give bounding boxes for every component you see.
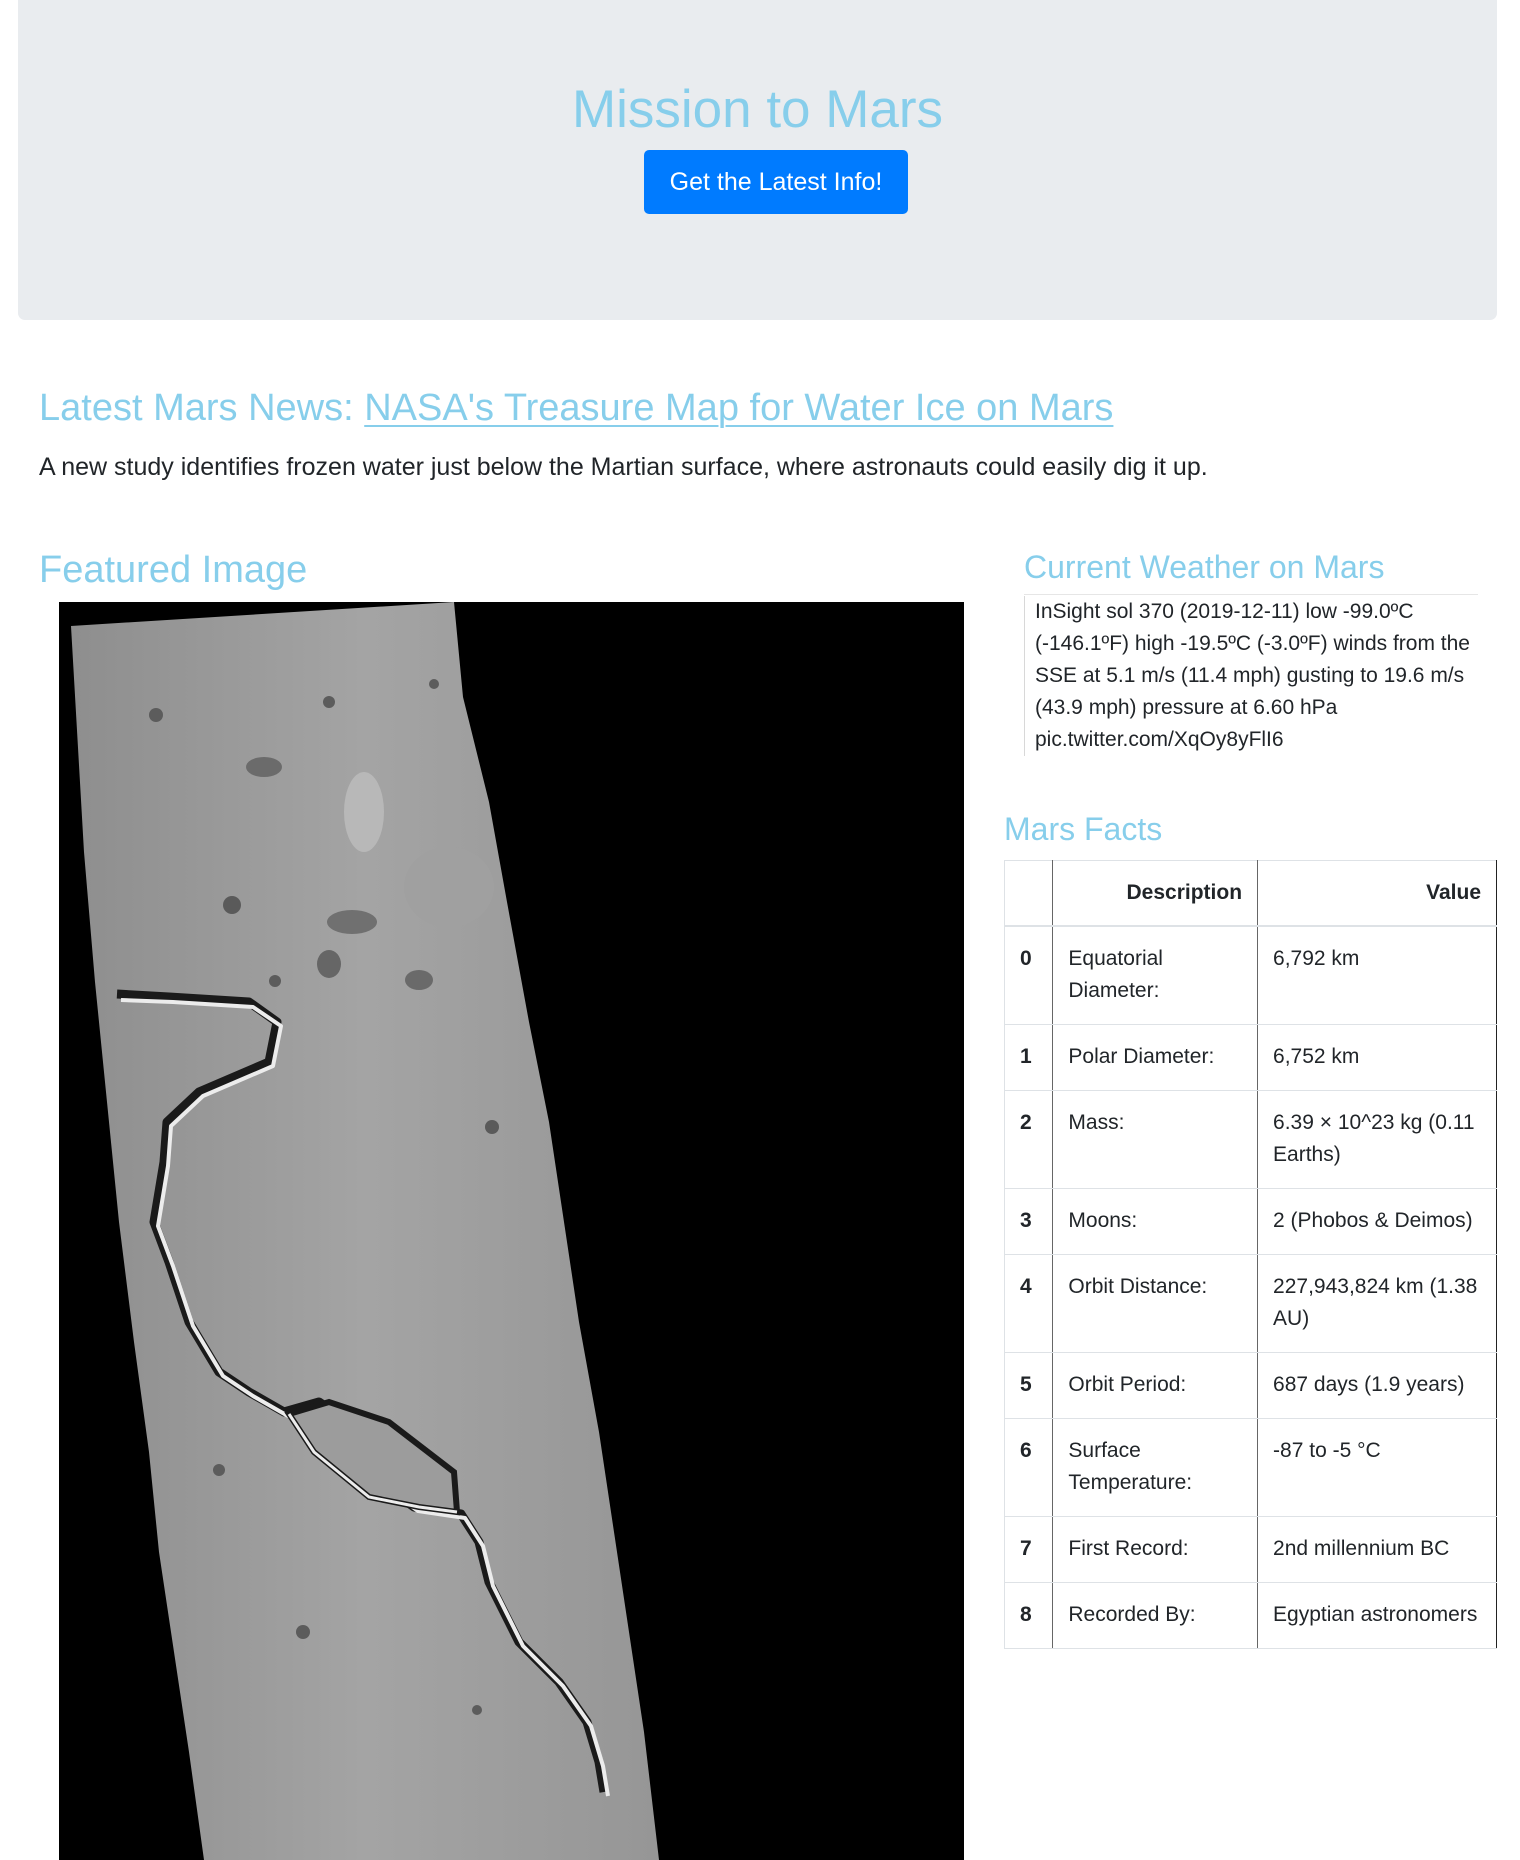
table-header-row: Description Value — [1003, 860, 1497, 927]
table-row: 6 Surface Temperature: -87 to -5 °C — [1003, 1418, 1497, 1517]
news-teaser: A new study identifies frozen water just… — [39, 453, 1208, 481]
table-row: 1 Polar Diameter: 6,752 km — [1003, 1024, 1497, 1091]
row-value: Egyptian astronomers — [1257, 1582, 1497, 1649]
row-index: 2 — [1003, 1090, 1054, 1189]
get-latest-info-button[interactable]: Get the Latest Info! — [644, 150, 908, 214]
row-value: 687 days (1.9 years) — [1257, 1352, 1497, 1419]
table-row: 8 Recorded By: Egyptian astronomers — [1003, 1582, 1497, 1649]
featured-image-heading: Featured Image — [39, 549, 308, 591]
row-value: 6.39 × 10^23 kg (0.11 Earths) — [1257, 1090, 1497, 1189]
row-index: 8 — [1003, 1582, 1054, 1649]
row-value: 6,792 km — [1257, 925, 1497, 1025]
mars-facts-table: Description Value 0 Equatorial Diameter:… — [1003, 860, 1497, 1649]
row-index: 0 — [1003, 925, 1054, 1025]
mars-facts-heading: Mars Facts — [1004, 811, 1163, 847]
row-description: Orbit Period: — [1052, 1352, 1259, 1419]
row-value: 227,943,824 km (1.38 AU) — [1257, 1254, 1497, 1353]
row-description: Surface Temperature: — [1052, 1418, 1259, 1517]
table-row: 7 First Record: 2nd millennium BC — [1003, 1516, 1497, 1583]
news-title-link[interactable]: NASA's Treasure Map for Water Ice on Mar… — [364, 387, 1113, 429]
row-description: Polar Diameter: — [1052, 1024, 1259, 1091]
weather-tweet: InSight sol 370 (2019-12-11) low -99.0ºC… — [1024, 596, 1479, 756]
table-row: 4 Orbit Distance: 227,943,824 km (1.38 A… — [1003, 1254, 1497, 1353]
mars-surface-image — [59, 602, 964, 1860]
row-index: 5 — [1003, 1352, 1054, 1419]
page-title: Mission to Mars — [571, 80, 944, 139]
column-header-description: Description — [1052, 860, 1259, 927]
featured-image — [59, 602, 964, 1860]
news-heading: Latest Mars News: NASA's Treasure Map fo… — [39, 384, 1113, 432]
row-index: 7 — [1003, 1516, 1054, 1583]
table-row: 5 Orbit Period: 687 days (1.9 years) — [1003, 1352, 1497, 1419]
row-description: Moons: — [1052, 1188, 1259, 1255]
table-row: 0 Equatorial Diameter: 6,792 km — [1003, 925, 1497, 1025]
jumbotron: Mission to Mars Get the Latest Info! — [18, 0, 1497, 320]
column-header-index — [1003, 860, 1054, 927]
row-index: 6 — [1003, 1418, 1054, 1517]
table-row: 3 Moons: 2 (Phobos & Deimos) — [1003, 1188, 1497, 1255]
row-index: 3 — [1003, 1188, 1054, 1255]
weather-heading: Current Weather on Mars — [1024, 549, 1385, 585]
row-value: 2nd millennium BC — [1257, 1516, 1497, 1583]
row-description: Equatorial Diameter: — [1052, 925, 1259, 1025]
table-row: 2 Mass: 6.39 × 10^23 kg (0.11 Earths) — [1003, 1090, 1497, 1189]
row-value: 6,752 km — [1257, 1024, 1497, 1091]
row-value: 2 (Phobos & Deimos) — [1257, 1188, 1497, 1255]
row-index: 4 — [1003, 1254, 1054, 1353]
row-description: First Record: — [1052, 1516, 1259, 1583]
news-heading-prefix: Latest Mars News: — [39, 387, 354, 429]
weather-divider — [1024, 594, 1478, 595]
row-index: 1 — [1003, 1024, 1054, 1091]
row-description: Orbit Distance: — [1052, 1254, 1259, 1353]
column-header-value: Value — [1257, 860, 1497, 927]
row-description: Mass: — [1052, 1090, 1259, 1189]
row-description: Recorded By: — [1052, 1582, 1259, 1649]
row-value: -87 to -5 °C — [1257, 1418, 1497, 1517]
